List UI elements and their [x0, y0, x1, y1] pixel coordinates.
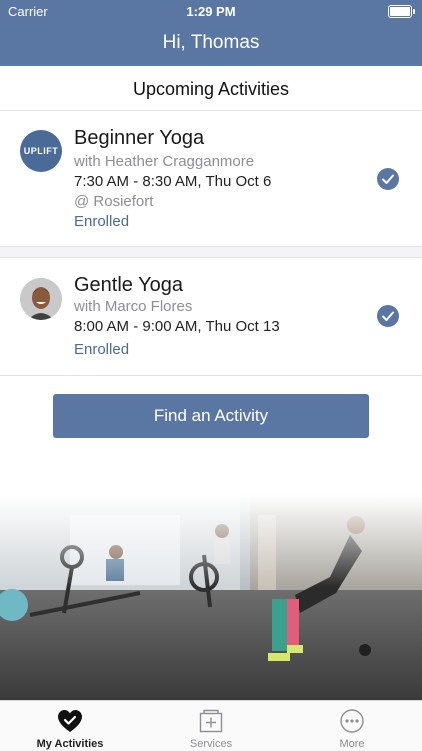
- activity-instructor: with Marco Flores: [74, 298, 193, 315]
- tab-more[interactable]: More: [282, 701, 422, 751]
- page-title: Hi, Thomas: [162, 32, 260, 53]
- tab-label: Services: [189, 738, 233, 750]
- tab-label: My Activities: [36, 738, 104, 750]
- header: Carrier 1:29 PM Hi, Thomas: [0, 0, 422, 66]
- heart-check-icon: [56, 707, 84, 735]
- status-bar: Carrier 1:29 PM: [0, 0, 422, 22]
- studio-logo: UPLIFT: [20, 130, 62, 172]
- battery-icon: [388, 5, 415, 18]
- enrolled-check-icon[interactable]: [377, 168, 399, 190]
- section-gap: [0, 247, 422, 257]
- activity-card[interactable]: Gentle Yoga with Marco Flores 8:00 AM - …: [0, 258, 422, 375]
- activity-time: 7:30 AM - 8:30 AM, Thu Oct 6: [74, 173, 272, 190]
- instructor-avatar: [20, 278, 62, 320]
- tab-services[interactable]: Services: [141, 701, 281, 751]
- find-activity-button[interactable]: Find an Activity: [53, 394, 369, 438]
- divider: [0, 375, 422, 376]
- enrolled-check-icon[interactable]: [377, 305, 399, 327]
- studio-logo-text: UPLIFT: [23, 146, 59, 156]
- more-icon: [338, 707, 366, 735]
- activity-status: Enrolled: [74, 213, 130, 230]
- tab-my-activities[interactable]: My Activities: [0, 701, 140, 751]
- activity-card[interactable]: UPLIFT Beginner Yoga with Heather Cragga…: [0, 111, 422, 246]
- activity-title: Beginner Yoga: [74, 127, 205, 149]
- status-time: 1:29 PM: [186, 4, 236, 19]
- services-icon: [197, 707, 225, 735]
- activity-location: @ Rosiefort: [74, 193, 154, 210]
- tab-bar: My Activities Services More: [0, 700, 422, 751]
- activity-status: Enrolled: [74, 341, 130, 358]
- section-title: Upcoming Activities: [132, 79, 290, 99]
- activity-title: Gentle Yoga: [74, 274, 183, 296]
- activity-time: 8:00 AM - 9:00 AM, Thu Oct 13: [74, 318, 280, 335]
- activity-instructor: with Heather Cragganmore: [74, 153, 255, 170]
- tab-label: More: [339, 738, 365, 750]
- gym-photo: [0, 495, 422, 700]
